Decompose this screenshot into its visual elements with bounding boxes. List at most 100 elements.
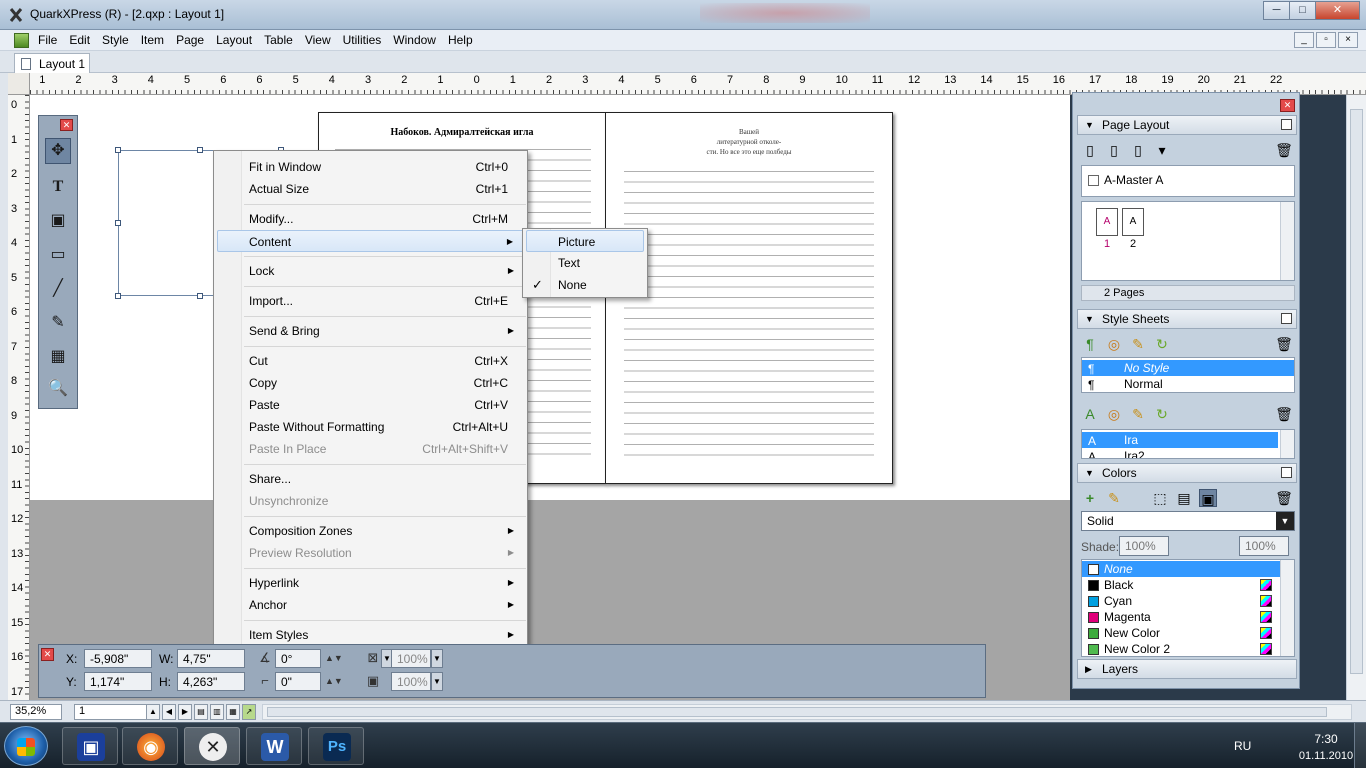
new-color-icon[interactable]: +: [1081, 489, 1099, 507]
delete-color-icon[interactable]: 🗑: [1275, 489, 1293, 507]
export-icon[interactable]: ↗: [242, 704, 256, 720]
doc-restore-button[interactable]: ▫: [1316, 32, 1336, 48]
measurements-close-icon[interactable]: ✕: [41, 648, 54, 661]
fill-type-select[interactable]: Solid ▼: [1081, 511, 1295, 531]
menu-page[interactable]: Page: [176, 33, 204, 47]
resize-handle[interactable]: [115, 220, 121, 226]
maximize-button[interactable]: □: [1289, 1, 1316, 20]
style-sheets-header[interactable]: ▼ Style Sheets: [1077, 309, 1297, 329]
page-layout-header[interactable]: ▼ Page Layout: [1077, 115, 1297, 135]
colors-scrollbar[interactable]: [1280, 560, 1294, 656]
menu-actual-size[interactable]: Actual Size Ctrl+1: [217, 178, 524, 200]
menu-anchor[interactable]: Anchor ▶: [217, 594, 524, 616]
edit-char-style-icon[interactable]: ◎: [1105, 405, 1123, 423]
color-black[interactable]: Black: [1082, 577, 1294, 593]
duplicate-page-icon[interactable]: ▯: [1129, 141, 1147, 159]
resize-handle[interactable]: [197, 293, 203, 299]
clock-date[interactable]: 01.11.2010: [1291, 750, 1361, 762]
frame-color-icon[interactable]: ⬚: [1151, 489, 1169, 507]
page-thumbnail-1[interactable]: A: [1096, 208, 1118, 236]
submenu-none[interactable]: ✓ None: [526, 274, 644, 296]
item-tool-icon[interactable]: ✥: [45, 138, 71, 164]
taskbar-save-app[interactable]: ▣: [62, 727, 118, 765]
palettes-close-icon[interactable]: ✕: [1280, 99, 1295, 112]
vertical-ruler[interactable]: 01234567891011121314151617181920: [8, 95, 30, 767]
color-magenta[interactable]: Magenta: [1082, 609, 1294, 625]
new-facing-page-icon[interactable]: ▯: [1105, 141, 1123, 159]
menu-paste-without-formatting[interactable]: Paste Without Formatting Ctrl+Alt+U: [217, 416, 524, 438]
menu-paste[interactable]: Paste Ctrl+V: [217, 394, 524, 416]
resize-handle[interactable]: [115, 147, 121, 153]
rectangle-box-tool-icon[interactable]: ▭: [45, 242, 71, 268]
update-style-icon[interactable]: ↻: [1153, 335, 1171, 353]
new-para-style-icon[interactable]: ¶: [1081, 335, 1099, 353]
menu-cut[interactable]: Cut Ctrl+X: [217, 350, 524, 372]
menu-help[interactable]: Help: [448, 33, 473, 47]
color-none[interactable]: None: [1082, 561, 1294, 577]
page-text-block[interactable]: [624, 171, 874, 463]
zoom-field[interactable]: 35,2%: [10, 704, 62, 720]
pages-scrollbar[interactable]: [1280, 202, 1294, 280]
layout-view-icon[interactable]: ▤: [194, 704, 208, 720]
height-field[interactable]: 4,263": [177, 672, 245, 691]
line-tool-icon[interactable]: ╱: [45, 276, 71, 302]
menu-edit[interactable]: Edit: [69, 33, 90, 47]
menu-share[interactable]: Share...: [217, 468, 524, 490]
horizontal-scrollbar[interactable]: [262, 704, 1352, 720]
bezier-pen-tool-icon[interactable]: ✎: [45, 310, 71, 336]
menu-modify[interactable]: Modify... Ctrl+M: [217, 208, 524, 230]
taskbar-firefox[interactable]: ◉: [122, 727, 178, 765]
submenu-picture[interactable]: Picture: [526, 230, 644, 252]
menu-utilities[interactable]: Utilities: [343, 33, 382, 47]
style-ira[interactable]: A Ira: [1082, 432, 1278, 448]
corner-radius-field[interactable]: 0": [275, 672, 321, 691]
rotation-angle-field[interactable]: 0°: [275, 649, 321, 668]
delete-char-style-icon[interactable]: 🗑: [1275, 405, 1293, 423]
zoom-tool-icon[interactable]: 🔍: [45, 376, 71, 402]
tab-layout-1[interactable]: Layout 1: [14, 53, 90, 73]
menu-style[interactable]: Style: [102, 33, 129, 47]
style-normal[interactable]: ¶ Normal: [1082, 376, 1294, 392]
menu-content[interactable]: Content ▶: [217, 230, 524, 252]
menu-import[interactable]: Import... Ctrl+E: [217, 290, 524, 312]
vertical-scrollbar[interactable]: [1346, 95, 1366, 700]
y-position-field[interactable]: 1,174": [84, 672, 152, 691]
style-no-style[interactable]: ¶ No Style: [1082, 360, 1294, 376]
doc-close-button[interactable]: ×: [1338, 32, 1358, 48]
menu-item[interactable]: Item: [141, 33, 164, 47]
menu-send-bring[interactable]: Send & Bring ▶: [217, 320, 524, 342]
menu-layout[interactable]: Layout: [216, 33, 252, 47]
menu-item-styles[interactable]: Item Styles ▶: [217, 624, 524, 646]
page-2[interactable]: Вашей литературной отколе- сти. Но все э…: [605, 112, 893, 484]
char-styles-scrollbar[interactable]: [1280, 430, 1294, 458]
show-desktop-button[interactable]: [1354, 723, 1366, 768]
update-char-style-icon[interactable]: ↻: [1153, 405, 1171, 423]
colors-header[interactable]: ▼ Colors: [1077, 463, 1297, 483]
style-ira2[interactable]: A Ira2: [1082, 448, 1294, 458]
start-button[interactable]: [4, 726, 48, 766]
menu-copy[interactable]: Copy Ctrl+C: [217, 372, 524, 394]
menu-hyperlink[interactable]: Hyperlink ▶: [217, 572, 524, 594]
close-button[interactable]: ✕: [1315, 1, 1360, 20]
taskbar-photoshop[interactable]: Ps: [308, 727, 364, 765]
menu-file[interactable]: File: [38, 33, 57, 47]
new-char-style-icon[interactable]: A: [1081, 405, 1099, 423]
table-tool-icon[interactable]: ▦: [45, 344, 71, 370]
spinner-icon[interactable]: ▲▼: [325, 650, 343, 666]
clock-time[interactable]: 7:30: [1296, 732, 1356, 746]
new-page-icon[interactable]: ▯: [1081, 141, 1099, 159]
taskbar-quarkxpress[interactable]: ✕: [184, 727, 240, 765]
menu-composition-zones[interactable]: Composition Zones ▶: [217, 520, 524, 542]
page-up-icon[interactable]: ▲: [146, 704, 160, 720]
previous-page-icon[interactable]: ◀: [162, 704, 176, 720]
next-page-icon[interactable]: ▶: [178, 704, 192, 720]
page-thumbnail-2[interactable]: A: [1122, 208, 1144, 236]
minimize-button[interactable]: ─: [1263, 1, 1290, 20]
menu-lock[interactable]: Lock ▶: [217, 260, 524, 282]
menu-window[interactable]: Window: [393, 33, 436, 47]
color-new-color[interactable]: New Color: [1082, 625, 1294, 641]
x-position-field[interactable]: -5,908": [84, 649, 152, 668]
tools-close-icon[interactable]: ✕: [60, 119, 73, 131]
menu-table[interactable]: Table: [264, 33, 293, 47]
submenu-text[interactable]: Text: [526, 252, 644, 274]
